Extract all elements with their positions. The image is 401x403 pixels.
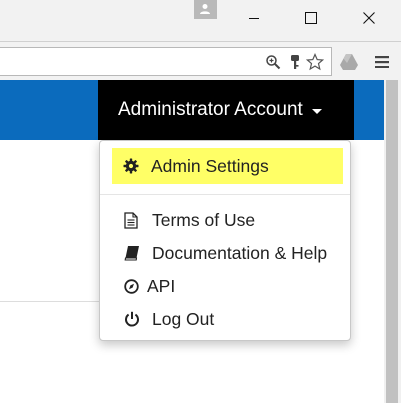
maximize-icon: [305, 12, 317, 24]
navbar: Administrator Account: [0, 80, 384, 140]
bookmark-star-icon[interactable]: [306, 53, 324, 71]
menu-item-log-out[interactable]: Log Out: [112, 305, 214, 333]
compass-icon: [124, 278, 140, 294]
account-dropdown-menu: Admin Settings Terms of Use Documentatio…: [99, 140, 351, 341]
key-icon[interactable]: [286, 53, 304, 71]
minimize-icon: [249, 18, 259, 19]
menu-item-label: Admin Settings: [151, 155, 269, 176]
menu-item-label: Documentation & Help: [152, 242, 328, 263]
address-bar[interactable]: [0, 47, 332, 76]
menu-item-terms-of-use[interactable]: Terms of Use: [112, 206, 255, 234]
menu-item-label: Log Out: [152, 308, 215, 329]
window-titlebar: [0, 0, 401, 41]
menu-item-admin-settings[interactable]: Admin Settings: [112, 148, 343, 184]
gear-icon: [123, 158, 145, 174]
profile-button[interactable]: [194, 0, 217, 19]
zoom-icon[interactable]: [264, 53, 282, 71]
maximize-button[interactable]: [288, 4, 334, 32]
book-icon: [124, 245, 146, 261]
browser-toolbar: [0, 41, 401, 81]
page-scrollbar[interactable]: [384, 80, 401, 403]
menu-divider: [100, 194, 350, 195]
close-icon: [363, 12, 375, 24]
power-icon: [124, 311, 146, 327]
minimize-button[interactable]: [231, 4, 277, 32]
account-dropdown-toggle[interactable]: Administrator Account: [98, 80, 354, 140]
menu-icon[interactable]: [372, 52, 392, 72]
scrollbar-thumb[interactable]: [384, 80, 401, 403]
content-divider: [0, 301, 100, 302]
person-icon: [200, 4, 210, 14]
menu-item-api[interactable]: API: [112, 272, 175, 300]
document-icon: [124, 211, 146, 229]
menu-item-label: API: [147, 275, 176, 296]
menu-item-documentation-help[interactable]: Documentation & Help: [112, 239, 327, 267]
account-label: Administrator Account: [118, 99, 303, 120]
menu-item-label: Terms of Use: [152, 209, 256, 230]
caret-down-icon: [311, 108, 322, 114]
close-button[interactable]: [346, 4, 392, 32]
drive-icon[interactable]: [339, 52, 359, 72]
